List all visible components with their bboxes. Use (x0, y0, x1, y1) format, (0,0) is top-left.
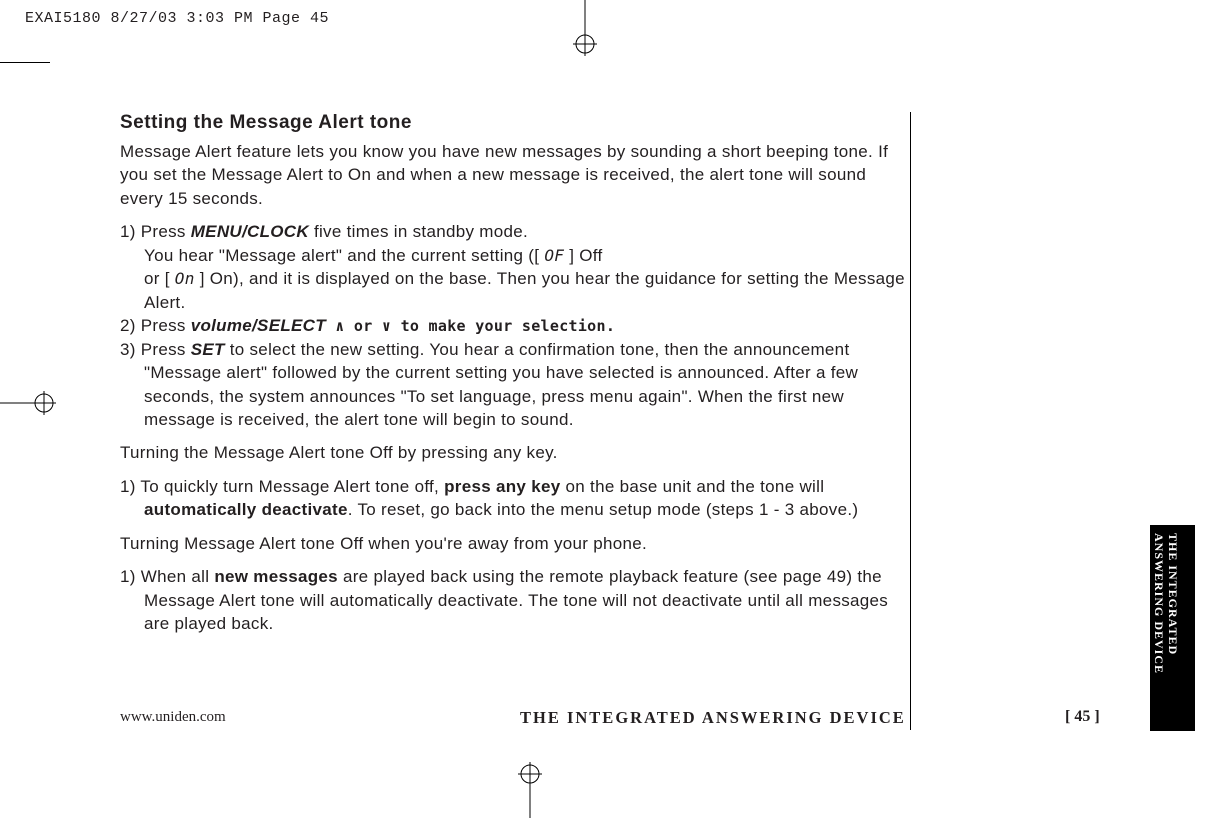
crop-mark-bottom (515, 758, 545, 823)
sub2-step-1: 1) When all new messages are played back… (120, 565, 910, 635)
sub1-step-1: 1) To quickly turn Message Alert tone of… (120, 475, 910, 522)
subsection-1-heading: Turning the Message Alert tone Off by pr… (120, 441, 910, 464)
footer-page-number: [ 45 ] (1065, 708, 1100, 726)
section-heading: Setting the Message Alert tone (120, 112, 910, 134)
page-footer: www.uniden.com THE INTEGRATED ANSWERING … (120, 708, 1100, 726)
crop-mark-left (0, 388, 60, 423)
subsection-2-heading: Turning Message Alert tone Off when you'… (120, 532, 910, 555)
step-1: 1) Press MENU/CLOCK five times in standb… (120, 220, 910, 314)
side-tab: THE INTEGRATED ANSWERING DEVICE (1150, 525, 1195, 731)
crop-mark-top (570, 0, 600, 60)
vertical-rule (910, 112, 911, 730)
page-content: Setting the Message Alert tone Message A… (120, 112, 910, 646)
print-slug: EXAI5180 8/27/03 3:03 PM Page 45 (25, 10, 329, 27)
side-tab-line2: ANSWERING DEVICE (1151, 533, 1166, 674)
hairline (0, 62, 50, 63)
step-2: 2) Press volume/SELECT ∧ or ∨ to make yo… (120, 314, 910, 337)
step-3: 3) Press SET to select the new setting. … (120, 338, 910, 432)
footer-title: THE INTEGRATED ANSWERING DEVICE (520, 708, 906, 728)
side-tab-line1: THE INTEGRATED (1165, 533, 1180, 655)
footer-url: www.uniden.com (120, 709, 226, 725)
intro-paragraph: Message Alert feature lets you know you … (120, 140, 910, 210)
